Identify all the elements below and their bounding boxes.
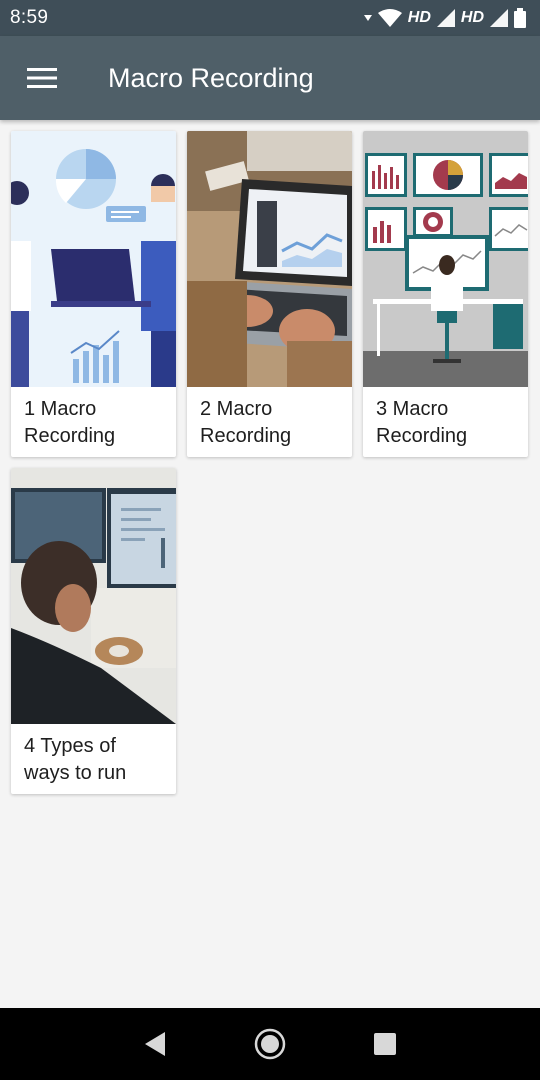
card-title-3: 3 Macro Recording bbox=[376, 398, 468, 447]
home-icon[interactable] bbox=[253, 1027, 287, 1061]
signal-icon bbox=[436, 9, 455, 27]
back-icon[interactable] bbox=[143, 1031, 167, 1057]
system-nav-bar bbox=[0, 1008, 540, 1080]
menu-icon bbox=[27, 68, 57, 88]
battery-icon bbox=[514, 8, 526, 28]
card-item-2[interactable]: 2 Macro Recording bbox=[187, 131, 352, 457]
hd-label-1: HD bbox=[407, 9, 431, 26]
card-image-1 bbox=[11, 131, 176, 387]
status-icons: HD HD bbox=[363, 8, 526, 28]
card-image-4 bbox=[11, 468, 176, 724]
hd-label-2: HD bbox=[460, 9, 484, 26]
app-bar: Macro Recording bbox=[0, 36, 540, 120]
download-arrow-icon bbox=[363, 15, 372, 21]
card-item-3[interactable]: 3 Macro Recording bbox=[363, 131, 528, 457]
card-image-2 bbox=[187, 131, 352, 387]
card-title-4: 4 Types of ways to run bbox=[24, 735, 127, 784]
page-title: Macro Recording bbox=[108, 62, 314, 93]
card-title-2: 2 Macro Recording bbox=[200, 398, 292, 447]
recents-icon[interactable] bbox=[373, 1032, 397, 1056]
status-bar: 8:59 HD HD bbox=[0, 0, 540, 36]
card-item-1[interactable]: 1 Macro Recording bbox=[11, 131, 176, 457]
card-image-3 bbox=[363, 131, 528, 387]
signal-icon-2 bbox=[490, 9, 508, 27]
status-time: 8:59 bbox=[10, 7, 49, 28]
menu-button[interactable] bbox=[0, 36, 84, 120]
card-item-4[interactable]: 4 Types of ways to run bbox=[11, 468, 176, 794]
wifi-icon bbox=[377, 9, 402, 27]
card-title-1: 1 Macro Recording bbox=[24, 398, 116, 447]
